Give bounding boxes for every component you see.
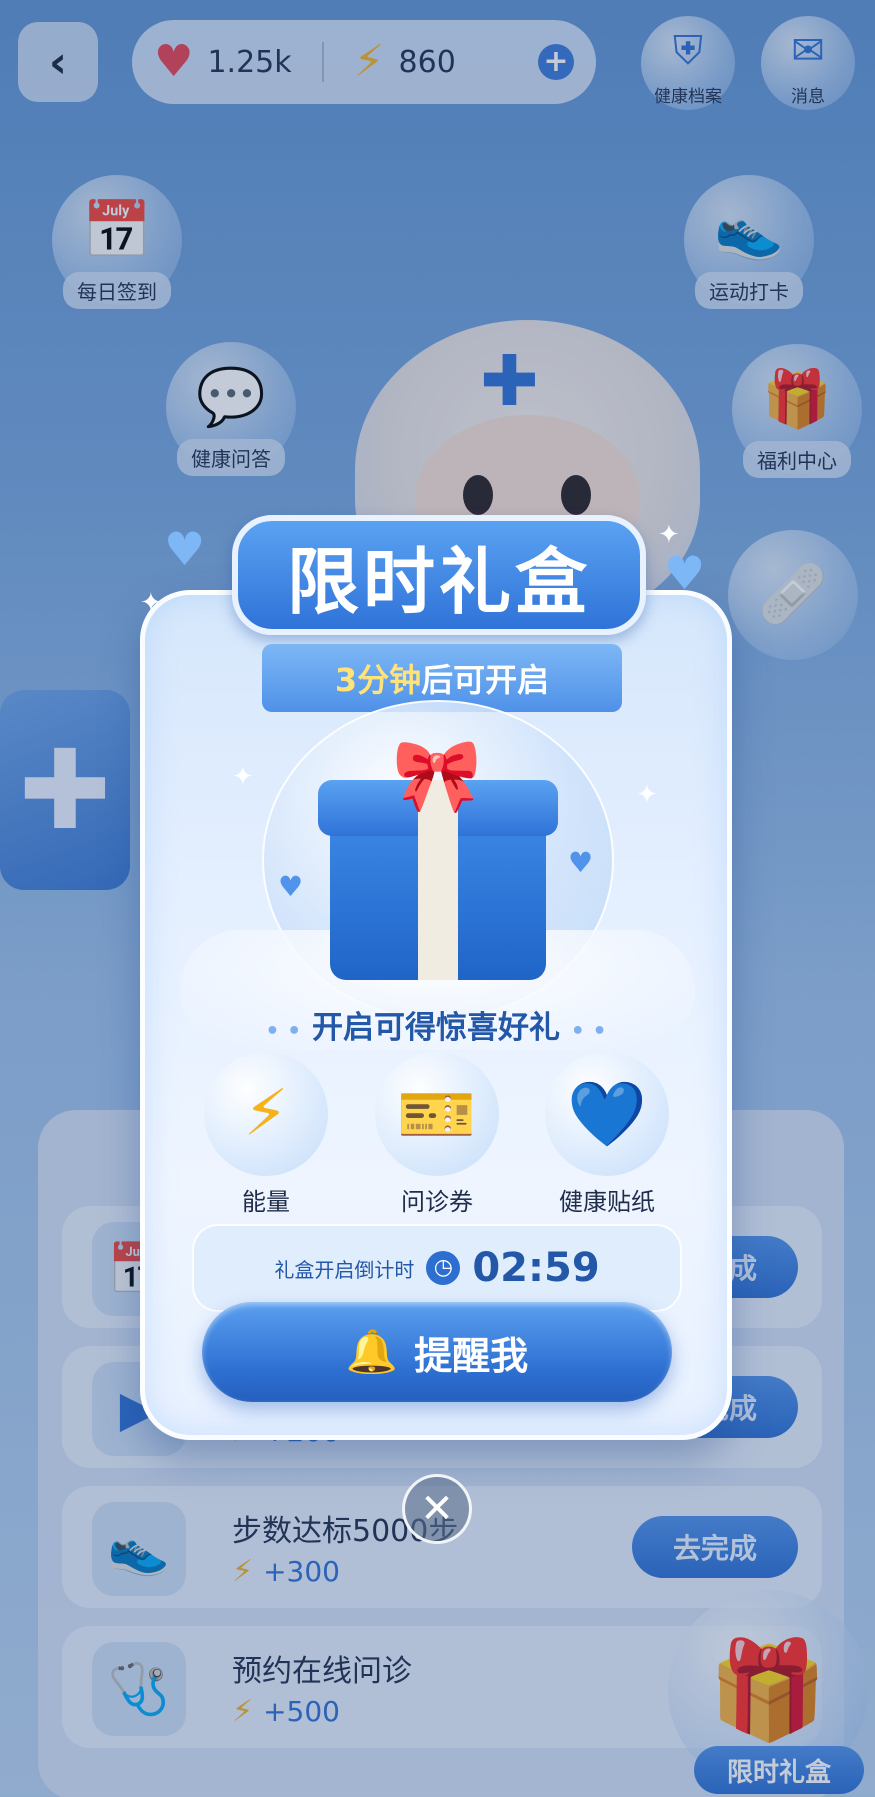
health-record-button[interactable]: ⛨ 健康档案 <box>640 16 736 116</box>
health-points-stat: ♥ 1.25k <box>154 40 292 84</box>
stats-bar: ♥ 1.25k ⚡ 860 + <box>132 20 596 104</box>
heart-icon: ♥ <box>664 546 706 600</box>
health-points-value: 1.25k <box>207 44 292 80</box>
close-icon: ✕ <box>420 1486 454 1532</box>
reward-health-sticker: 💙 健康贴纸 <box>542 1052 672 1217</box>
ribbon-text: 后可开启 <box>421 661 550 699</box>
heart-icon: ♥ <box>278 870 304 903</box>
gift-bow-icon: 🎀 <box>392 733 482 817</box>
countdown-label: 礼盒开启倒计时 <box>274 1257 415 1282</box>
heart-icon: ♥ <box>154 36 194 87</box>
reward-label: 能量 <box>242 1188 290 1216</box>
stethoscope-icon: 🩺 <box>92 1642 186 1736</box>
sneaker-icon: 👟 <box>714 198 784 263</box>
mascot-eye <box>561 475 591 515</box>
task-reward: ⚡ +300 <box>232 1554 340 1589</box>
task-reward-value: +300 <box>263 1555 340 1588</box>
ticket-plus-icon: 🎫 <box>375 1052 499 1176</box>
sparkle-icon: ✦ <box>232 762 254 792</box>
messages-button[interactable]: ✉ 消息 <box>760 16 856 116</box>
reward-heading: • • 开启可得惊喜好礼 • • <box>265 1010 607 1046</box>
sparkle-icon: ✦ <box>140 588 162 618</box>
mascot-eye <box>463 475 493 515</box>
sneaker-icon: 👟 <box>92 1502 186 1596</box>
envelope-icon: ✉ <box>791 28 825 74</box>
lightning-icon: ⚡ <box>232 1554 254 1589</box>
gift-icon: 🎁 <box>762 367 832 432</box>
smiling-heart-icon: 💙 <box>545 1052 669 1176</box>
heart-icon: ♥ <box>568 846 594 879</box>
reward-label: 问诊券 <box>401 1188 473 1216</box>
welfare-center-label: 福利中心 <box>743 441 851 478</box>
gift-box-icon: 🎁 <box>708 1633 828 1746</box>
sparkle-icon: ✦ <box>658 520 680 550</box>
question-chat-icon: 💬 <box>196 365 266 430</box>
task-reward-value: +500 <box>263 1695 340 1728</box>
bandage-bubble[interactable]: 🩹 <box>728 530 858 660</box>
reward-consult-ticket: 🎫 问诊券 <box>372 1052 502 1217</box>
bandage-icon: 🩹 <box>758 562 828 627</box>
limited-gift-label[interactable]: 限时礼盒 <box>694 1746 864 1794</box>
daily-checkin-label: 每日签到 <box>63 272 171 309</box>
daily-checkin-bubble[interactable]: 📅 每日签到 <box>52 175 182 309</box>
reward-energy: ⚡ 能量 <box>201 1052 331 1217</box>
remind-me-button[interactable]: 🔔 提醒我 <box>202 1302 672 1402</box>
remind-me-label: 提醒我 <box>414 1333 529 1378</box>
ribbon-highlight: 3分钟 <box>334 661 422 699</box>
task-title: 预约在线问诊 <box>232 1654 412 1689</box>
chevron-left-icon: ‹ <box>48 36 68 88</box>
countdown-time: 02:59 <box>472 1245 600 1291</box>
energy-value: 860 <box>398 44 456 80</box>
divider <box>321 42 324 82</box>
sparkle-icon: ✦ <box>636 780 658 810</box>
plus-icon: + <box>543 44 569 79</box>
back-button[interactable]: ‹ <box>18 22 98 102</box>
calendar-check-icon: 📅 <box>82 198 152 263</box>
clock-icon: ◷ <box>426 1251 461 1285</box>
health-qa-label: 健康问答 <box>177 439 285 476</box>
shield-plus-icon: ⛨ <box>673 28 703 74</box>
countdown-box: 礼盒开启倒计时 ◷ 02:59 <box>192 1224 682 1312</box>
medical-cross-icon: ✚ <box>480 340 539 422</box>
welfare-center-bubble[interactable]: 🎁 福利中心 <box>732 344 862 478</box>
reward-label: 健康贴纸 <box>559 1188 655 1216</box>
exercise-checkin-bubble[interactable]: 👟 运动打卡 <box>684 175 814 309</box>
add-energy-button[interactable]: + <box>538 44 574 80</box>
modal-title: 限时礼盒 <box>232 515 646 635</box>
health-qa-bubble[interactable]: 💬 健康问答 <box>166 342 296 476</box>
messages-label: 消息 <box>791 87 825 107</box>
exercise-checkin-label: 运动打卡 <box>695 272 803 309</box>
task-complete-button[interactable]: 去完成 <box>632 1516 798 1578</box>
task-reward: ⚡ +500 <box>232 1694 340 1729</box>
close-modal-button[interactable]: ✕ <box>402 1474 472 1544</box>
health-record-label: 健康档案 <box>654 87 722 107</box>
bell-icon: 🔔 <box>345 1327 399 1376</box>
lightning-icon: ⚡ <box>204 1052 328 1176</box>
lightning-icon: ⚡ <box>232 1694 254 1729</box>
heart-icon: ♥ <box>164 522 206 576</box>
reward-heading-text: 开启可得惊喜好礼 <box>312 1010 560 1046</box>
energy-stat: ⚡ 860 <box>354 40 456 84</box>
lightning-icon: ⚡ <box>353 36 385 87</box>
medical-kit-icon: ✚ <box>0 690 130 890</box>
